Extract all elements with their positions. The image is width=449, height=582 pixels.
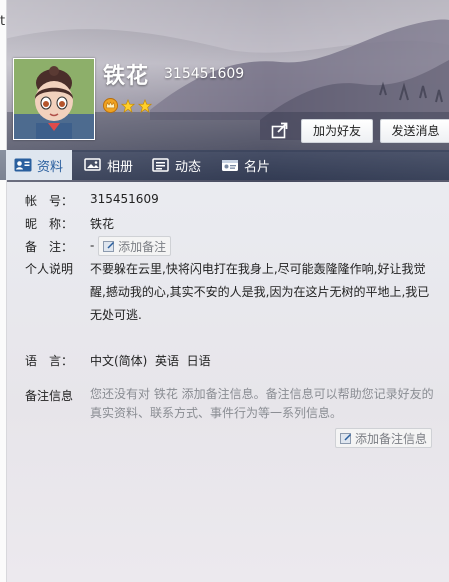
add-note-info-button[interactable]: 添加备注信息 <box>335 428 433 448</box>
edge-text: t <box>0 14 6 29</box>
add-note-info-label: 添加备注信息 <box>355 431 428 446</box>
feed-icon <box>152 158 169 172</box>
tab-profile-label: 资料 <box>37 159 64 175</box>
star-icon <box>138 98 152 113</box>
add-remark-label: 添加备注 <box>118 239 167 254</box>
tab-card-label: 名片 <box>244 159 271 175</box>
language-label: 语 言： <box>25 354 74 368</box>
note-info-label: 备注信息 <box>25 389 74 403</box>
tab-profile[interactable]: 资料 <box>6 150 72 180</box>
tab-feed-label: 动态 <box>175 159 202 175</box>
add-remark-button[interactable]: 添加备注 <box>98 236 172 256</box>
star-icon <box>121 98 135 113</box>
language-value: 中文(简体) 英语 日语 <box>90 354 211 368</box>
profile-name: 铁花 <box>103 64 150 89</box>
name-card-icon <box>222 160 238 171</box>
account-label: 帐 号： <box>25 194 74 208</box>
profile-card-icon <box>14 158 32 172</box>
tab-album-label: 相册 <box>107 159 134 175</box>
nickname-value: 铁花 <box>90 217 115 231</box>
tab-card[interactable]: 名片 <box>221 150 270 180</box>
avatar[interactable] <box>13 58 95 140</box>
send-message-button[interactable]: 发送消息 <box>380 119 449 143</box>
album-icon <box>84 158 101 171</box>
crown-icon <box>103 98 118 113</box>
remark-value: - <box>90 238 95 253</box>
share-icon[interactable] <box>270 120 290 140</box>
note-icon <box>103 240 115 252</box>
profile-window: t 铁花 315451609 加为好友 发送消息 资料 相册 动态 名片 帐 号… <box>0 0 449 582</box>
note-info-text: 您还没有对 铁花 添加备注信息。备注信息可以帮助您记录好友的真实资料、联系方式、… <box>90 387 434 420</box>
profile-tabs: 资料 相册 动态 名片 <box>0 150 449 180</box>
account-value: 315451609 <box>90 192 159 206</box>
left-window-edge: t <box>0 0 7 582</box>
level-badges[interactable] <box>103 98 152 113</box>
nickname-label: 昵 称： <box>25 217 74 231</box>
add-friend-button[interactable]: 加为好友 <box>301 119 373 143</box>
bio-label: 个人说明 <box>25 262 74 276</box>
tab-feed[interactable]: 动态 <box>152 150 201 180</box>
tab-album[interactable]: 相册 <box>84 150 133 180</box>
note-icon <box>340 432 352 444</box>
bio-value: 不要躲在云里,快将闪电打在我身上,尽可能轰隆隆作响,好让我觉醒,撼动我的心,其实… <box>90 262 430 322</box>
remark-label: 备 注： <box>25 240 74 254</box>
qq-number: 315451609 <box>164 66 245 82</box>
remark-row: - 添加备注 <box>90 236 172 256</box>
